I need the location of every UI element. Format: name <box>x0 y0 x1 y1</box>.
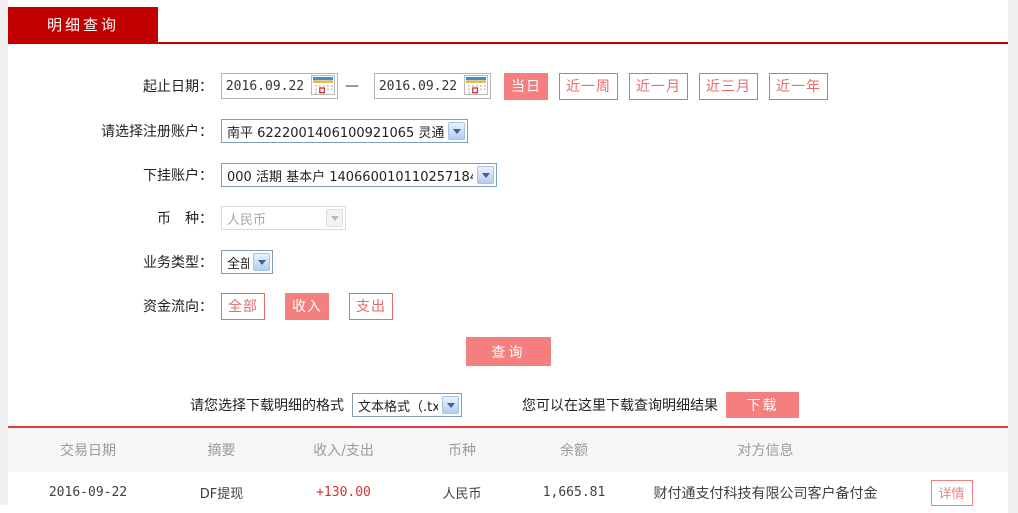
cell-amount: +130.00 <box>316 485 371 500</box>
currency-value: 人民币 <box>227 212 267 228</box>
fund-flow-expense-button[interactable]: 支出 <box>349 292 393 320</box>
cell-trade-date: 2016-09-22 <box>48 485 128 500</box>
end-calendar-button[interactable] <box>463 74 489 98</box>
end-date-input[interactable] <box>375 78 461 94</box>
start-date-input[interactable] <box>222 78 308 94</box>
date-range-label: 起止日期： <box>143 79 213 95</box>
tab-detail-query[interactable]: 明细查询 <box>8 7 158 42</box>
cell-currency: 人民币 <box>442 487 482 502</box>
register-account-label: 请选择注册账户： <box>101 124 213 140</box>
last-week-button[interactable]: 近一周 <box>559 72 618 100</box>
cell-balance: 1,665.81 <box>542 485 606 500</box>
query-button[interactable]: 查询 <box>466 337 551 366</box>
download-button[interactable]: 下载 <box>726 392 799 418</box>
chevron-down-icon <box>477 166 494 184</box>
cell-summary: DF提现 <box>199 487 244 502</box>
table-row: 2016-09-22 DF提现 +130.00 人民币 1,665.81 财付通… <box>8 472 1008 513</box>
download-format-value: 文本格式（.txt） <box>358 399 438 415</box>
business-type-row: 业务类型： 全部 <box>8 250 1008 274</box>
download-row: 请您选择下载明细的格式 文本格式（.txt） 您可以在这里下载查询明细结果 下载 <box>8 392 1008 418</box>
fund-flow-all-button[interactable]: 全部 <box>221 292 265 320</box>
cell-counterparty: 财付通支付科技有限公司客户备付金 <box>653 485 878 502</box>
download-format-select[interactable]: 文本格式（.txt） <box>352 393 462 417</box>
page-margin-right <box>1008 0 1018 513</box>
header-currency: 币种 <box>448 443 476 459</box>
content-panel: 明细查询 起止日期： 2016.09.22 — 2016.09.22 当日 近一… <box>8 0 1008 513</box>
cell-actions: 详情 <box>895 479 1008 506</box>
currency-label: 币 种： <box>157 211 213 227</box>
page-margin-left <box>0 0 8 505</box>
chevron-down-icon <box>442 396 459 414</box>
register-account-value: 南平 6222001406100921065 灵通卡 <box>227 125 444 141</box>
sub-account-label: 下挂账户： <box>143 168 213 184</box>
calendar-icon <box>464 74 488 98</box>
header-income-expense: 收入/支出 <box>313 443 374 459</box>
date-range-row: 起止日期： 2016.09.22 — 2016.09.22 当日 近一周 近一月… <box>8 72 1008 100</box>
tab-label: 明细查询 <box>46 16 119 34</box>
register-account-row: 请选择注册账户： 南平 6222001406100921065 灵通卡 <box>8 119 1008 143</box>
business-type-select[interactable]: 全部 <box>221 250 273 274</box>
sub-account-row: 下挂账户： 000 活期 基本户 1406600101102571848 <box>8 163 1008 187</box>
download-format-label: 请您选择下载明细的格式 <box>190 398 344 414</box>
calendar-icon <box>311 74 335 98</box>
header-summary: 摘要 <box>207 443 236 459</box>
table-header-row: 交易日期 摘要 收入/支出 币种 余额 对方信息 <box>8 428 1008 472</box>
fund-flow-row: 资金流向： 全部 收入 支出 <box>8 292 1008 320</box>
last-month-button[interactable]: 近一月 <box>629 72 688 100</box>
header-balance: 余额 <box>560 443 588 459</box>
register-account-select[interactable]: 南平 6222001406100921065 灵通卡 <box>221 119 468 143</box>
currency-select: 人民币 <box>221 206 346 230</box>
fund-flow-income-button[interactable]: 收入 <box>285 292 329 320</box>
business-type-value: 全部 <box>227 256 249 272</box>
sub-account-value: 000 活期 基本户 1406600101102571848 <box>227 169 473 185</box>
sub-account-select[interactable]: 000 活期 基本户 1406600101102571848 <box>221 163 497 187</box>
detail-button[interactable]: 详情 <box>930 479 973 506</box>
chevron-down-icon <box>326 209 343 227</box>
today-button[interactable]: 当日 <box>504 72 548 100</box>
header-counterparty: 对方信息 <box>737 443 794 459</box>
last-three-months-button[interactable]: 近三月 <box>699 72 758 100</box>
header-trade-date: 交易日期 <box>60 443 116 459</box>
end-date-input-box <box>374 73 491 99</box>
download-hint: 您可以在这里下载查询明细结果 <box>522 398 718 414</box>
chevron-down-icon <box>448 122 465 140</box>
start-calendar-button[interactable] <box>310 74 336 98</box>
start-date-input-box <box>221 73 338 99</box>
currency-row: 币 种： 人民币 <box>8 206 1008 230</box>
last-year-button[interactable]: 近一年 <box>769 72 828 100</box>
chevron-down-icon <box>253 253 270 271</box>
tab-underline <box>8 42 1008 44</box>
detail-query-page: 明细查询 起止日期： 2016.09.22 — 2016.09.22 当日 近一… <box>0 0 1018 513</box>
business-type-label: 业务类型： <box>143 255 213 271</box>
date-separator: — <box>345 78 359 94</box>
fund-flow-label: 资金流向： <box>143 299 213 315</box>
